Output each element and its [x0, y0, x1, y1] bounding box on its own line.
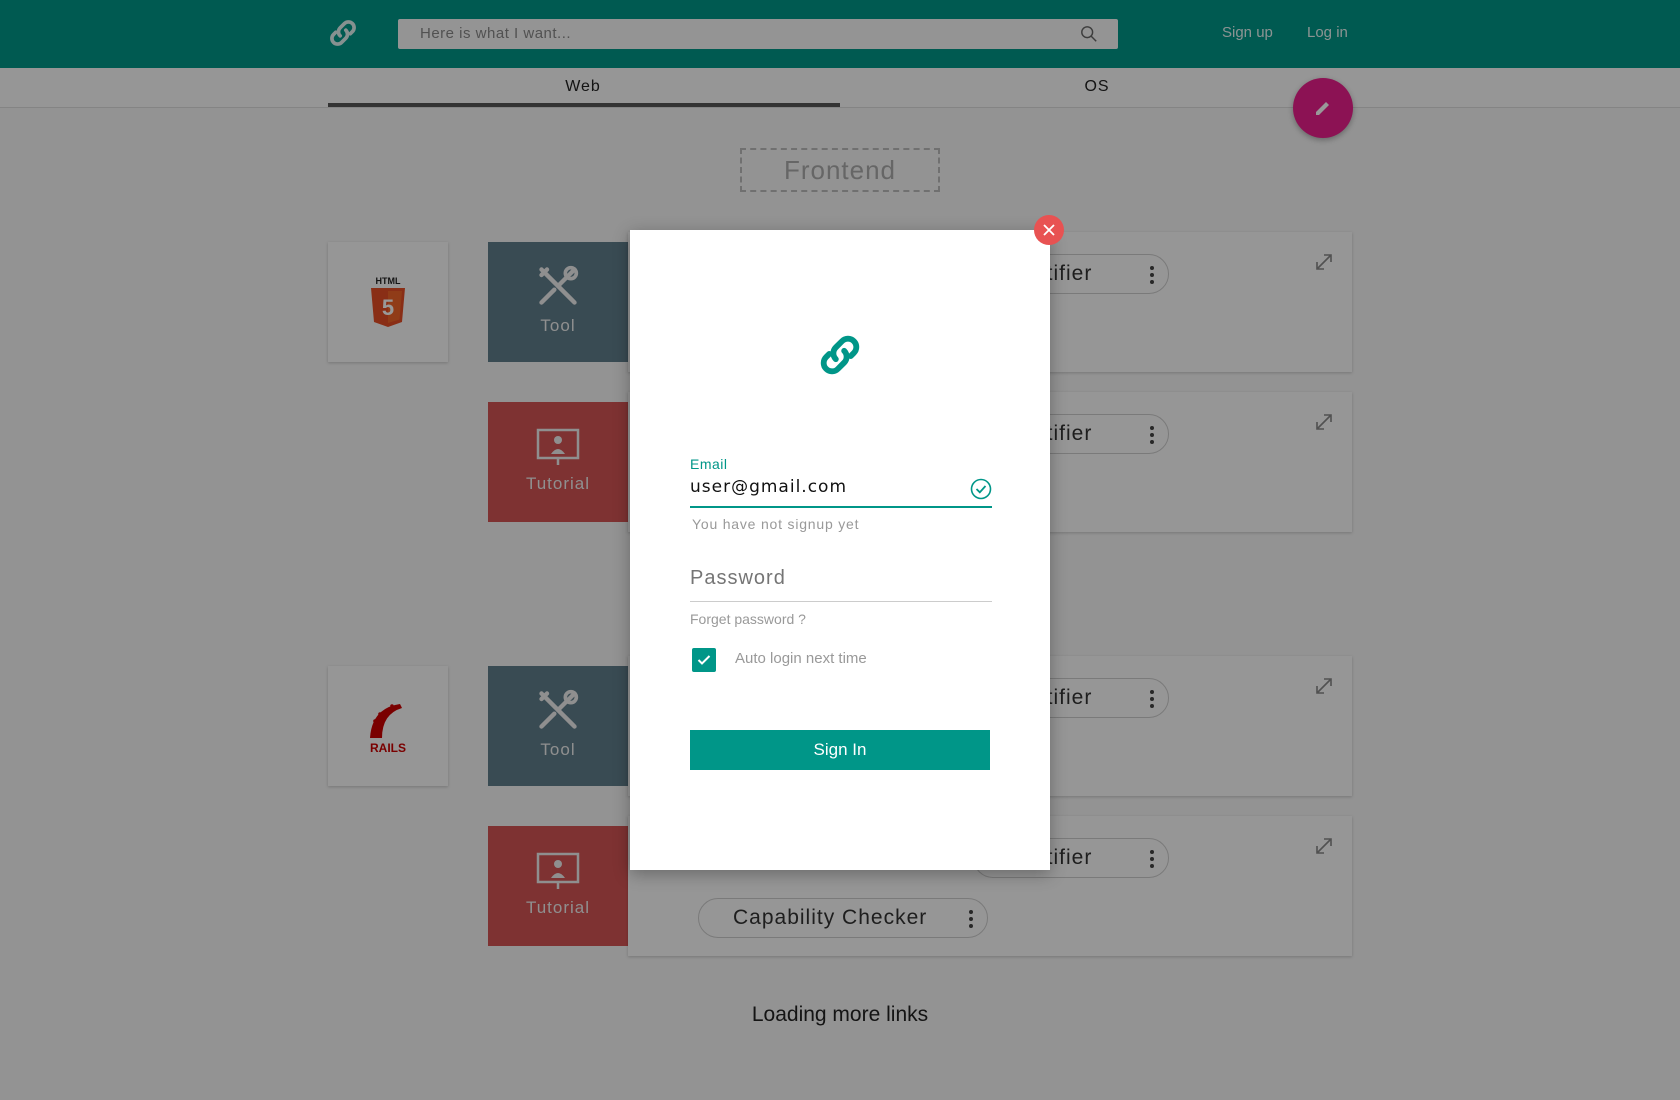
email-label: Email [690, 456, 728, 472]
email-helper-text: You have not signup yet [692, 516, 860, 532]
password-underline [690, 601, 992, 602]
forget-password-link[interactable]: Forget password ? [690, 611, 806, 627]
link-logo-icon [820, 335, 860, 375]
checkmark-icon [697, 655, 711, 665]
auto-login-checkbox[interactable] [692, 648, 716, 672]
close-icon [1043, 224, 1055, 236]
email-field[interactable]: user@gmail.com [690, 477, 847, 497]
auto-login-label: Auto login next time [735, 650, 867, 667]
close-modal-button[interactable] [1034, 215, 1064, 245]
sign-in-button[interactable]: Sign In [690, 730, 990, 770]
login-modal: Email user@gmail.com You have not signup… [630, 230, 1050, 870]
check-circle-icon [970, 478, 992, 500]
email-underline [690, 506, 992, 508]
password-field[interactable] [690, 567, 990, 590]
